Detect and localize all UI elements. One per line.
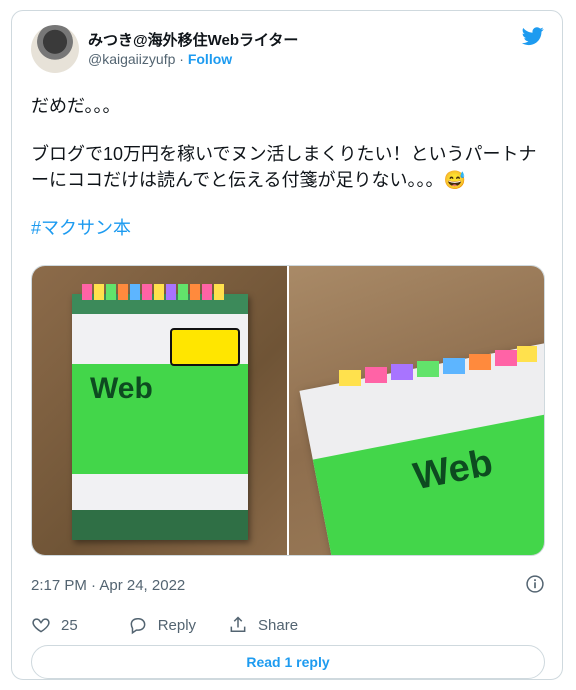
share-icon <box>230 616 246 632</box>
follow-button[interactable]: Follow <box>188 51 232 67</box>
heart-icon <box>32 618 50 633</box>
read-replies-button[interactable]: Read 1 reply <box>31 645 545 679</box>
author-handle-row: @kaigaiizyufp · Follow <box>88 51 232 67</box>
like-button[interactable]: 25 <box>31 615 78 635</box>
twitter-bird-icon[interactable] <box>520 25 546 47</box>
tweet-text: だめだ。。。 ブログで10万円を稼いでヌン活しまくりたい！というパートナーにココ… <box>31 93 546 263</box>
like-count: 25 <box>61 616 78 634</box>
avatar[interactable] <box>31 25 79 73</box>
action-bar: 25 Reply Share <box>31 613 298 637</box>
reply-button[interactable]: Reply <box>128 615 196 635</box>
author-name[interactable]: みつき@海外移住Webライター <box>88 29 298 50</box>
reply-bubble-icon <box>130 618 146 635</box>
author-handle[interactable]: @kaigaiizyufp <box>88 51 175 67</box>
separator: · <box>179 51 184 67</box>
tweet-text-line1: だめだ。。。 <box>31 96 121 116</box>
tweet-card: みつき@海外移住Webライター @kaigaiizyufp · Follow だ… <box>11 10 563 680</box>
info-icon[interactable] <box>525 574 545 594</box>
timestamp[interactable]: 2:17 PM · Apr 24, 2022 <box>31 577 185 594</box>
hashtag[interactable]: #マクサン本 <box>31 215 546 241</box>
reply-label: Reply <box>157 616 197 634</box>
book-cover-image: Web <box>72 294 248 540</box>
sweat-smile-emoji: 😅 <box>443 170 466 190</box>
photo-right[interactable]: Web <box>289 266 544 555</box>
share-label: Share <box>258 616 299 634</box>
media-grid: Web Web <box>31 265 545 556</box>
tweet-text-line2: ブログで10万円を稼いでヌン活しまくりたい！というパートナーにココだけは読んでと… <box>31 141 546 193</box>
share-button[interactable]: Share <box>228 615 298 635</box>
photo-left[interactable]: Web <box>32 266 287 555</box>
